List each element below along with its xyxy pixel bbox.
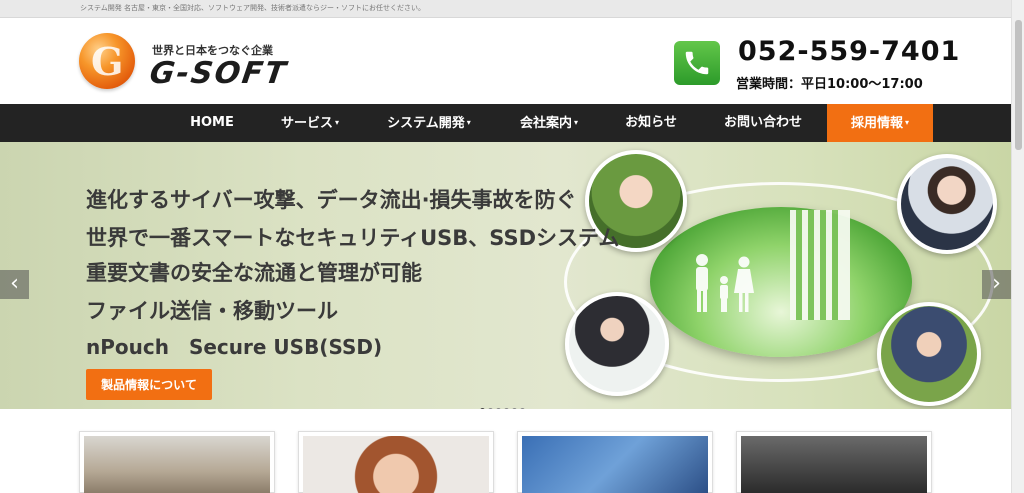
nav-system-dev[interactable]: システム開発 ▾ (374, 104, 484, 142)
photo-business (565, 292, 669, 396)
nav-news[interactable]: お知らせ (612, 104, 690, 142)
card-image (303, 436, 489, 493)
chevron-right-icon: › (992, 271, 1001, 296)
hero-slider: 進化するサイバー攻撃、データ流出·損失事故を防ぐ 世界で一番スマートなセキュリテ… (0, 142, 1011, 409)
card-laptop[interactable] (736, 431, 932, 493)
chevron-down-icon: ▾ (335, 118, 340, 127)
nav-contact[interactable]: お問い合わせ (710, 104, 816, 142)
business-hours: 営業時間：平日10:00〜17:00 (736, 77, 923, 92)
scrollbar[interactable] (1011, 0, 1024, 493)
logo-globe-icon[interactable]: G (79, 33, 135, 89)
logo-letter: G (91, 39, 124, 84)
family-icon (696, 254, 754, 312)
slider-prev-button[interactable]: ‹ (0, 270, 29, 299)
photo-seniors (877, 302, 981, 406)
nav-company[interactable]: 会社案内 ▾ (508, 104, 590, 142)
hero-product-name: nPouch Secure USB(SSD) (86, 335, 383, 359)
slider-dot[interactable] (520, 408, 525, 409)
top-info-bar: システム開発 名古屋・東京・全国対応、ソフトウェア開発、技術者派遣ならジー・ソフ… (0, 0, 1024, 18)
chevron-down-icon: ▾ (905, 118, 910, 127)
slider-dot[interactable] (512, 408, 517, 409)
card-support[interactable] (298, 431, 494, 493)
phone-icon (674, 41, 720, 85)
chevron-down-icon: ▾ (466, 118, 471, 127)
card-image (741, 436, 927, 493)
chevron-left-icon: ‹ (10, 271, 19, 296)
feature-cards (0, 431, 1011, 493)
card-office[interactable] (79, 431, 275, 493)
phone-number[interactable]: 052-559-7401 (738, 36, 960, 67)
slider-next-button[interactable]: › (982, 270, 1011, 299)
nav-recruit[interactable]: 採用情報 ▾ (827, 104, 933, 142)
product-info-button[interactable]: 製品情報について (86, 369, 212, 400)
page: システム開発 名古屋・東京・全国対応、ソフトウェア開発、技術者派遣ならジー・ソフ… (0, 0, 1024, 493)
card-image (522, 436, 708, 493)
card-technology[interactable] (517, 431, 713, 493)
hero-headline-2: 世界で一番スマートなセキュリティUSB、SSDシステム (86, 226, 620, 250)
chevron-down-icon: ▾ (574, 118, 579, 127)
hero-subtitle: ファイル送信・移動ツール (86, 299, 338, 323)
photo-operator (897, 154, 997, 254)
slider-dot[interactable] (488, 408, 493, 409)
hero-headline-3: 重要文書の安全な流通と管理が可能 (86, 261, 422, 285)
building-icon (790, 210, 850, 320)
slider-dot[interactable] (504, 408, 509, 409)
nav-home[interactable]: HOME (180, 104, 244, 142)
slider-dot[interactable] (496, 408, 501, 409)
card-image (84, 436, 270, 493)
scrollbar-thumb[interactable] (1015, 20, 1022, 150)
slider-dot[interactable] (480, 408, 485, 409)
nav-services[interactable]: サービス ▾ (268, 104, 352, 142)
main-nav: HOME サービス ▾ システム開発 ▾ 会社案内 ▾ お知らせ お問い合わせ 採用情… (0, 104, 1011, 142)
site-header: G 世界と日本をつなぐ企業 G-SOFT 052-559-7401 営業時間：平… (0, 18, 1024, 104)
brand-name[interactable]: G-SOFT (148, 56, 290, 91)
slider-dots (480, 398, 528, 409)
hero-headline-1: 進化するサイバー攻撃、データ流出·損失事故を防ぐ (86, 188, 577, 212)
top-info-text: システム開発 名古屋・東京・全国対応、ソフトウェア開発、技術者派遣ならジー・ソフ… (80, 4, 426, 12)
